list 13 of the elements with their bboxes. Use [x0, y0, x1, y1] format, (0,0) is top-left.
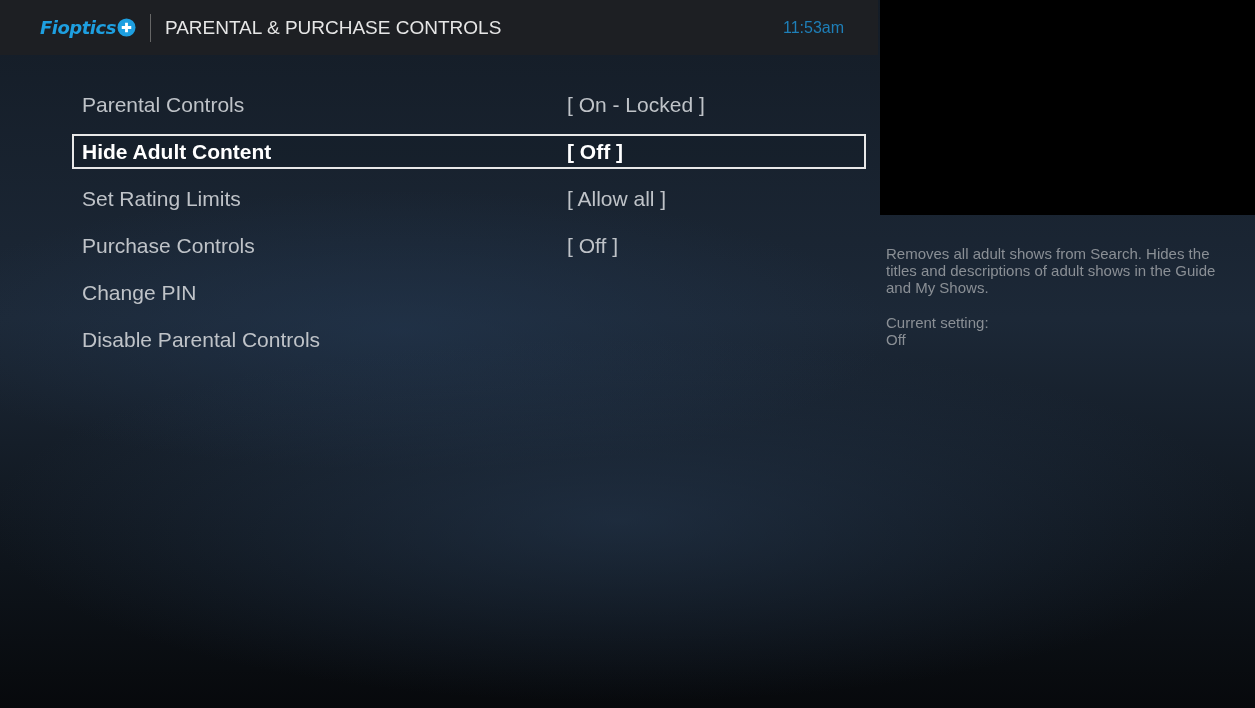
menu-item[interactable]: Parental Controls [ On - Locked ]: [72, 87, 866, 122]
setting-label: Current setting:: [886, 314, 990, 331]
menu-item[interactable]: Purchase Controls [ Off ]: [72, 228, 866, 263]
logo: Fioptics: [40, 17, 136, 38]
menu-item[interactable]: Hide Adult Content [ Off ]: [72, 134, 866, 169]
setting-value: Off: [886, 331, 907, 348]
page-title: PARENTAL & PURCHASE CONTROLS: [164, 16, 502, 39]
description-text: Removes all adult shows from Search. Hides the titles and descriptions of adult shows in the Guide and My Shows.: [886, 245, 1217, 296]
clock-time: 11:53am: [782, 18, 844, 37]
plus-icon: [116, 18, 136, 37]
menu-item[interactable]: Disable Parental Controls: [72, 322, 866, 357]
menu-item[interactable]: Set Rating Limits [ Allow all ]: [72, 181, 866, 216]
menu-item[interactable]: Change PIN: [72, 275, 866, 310]
